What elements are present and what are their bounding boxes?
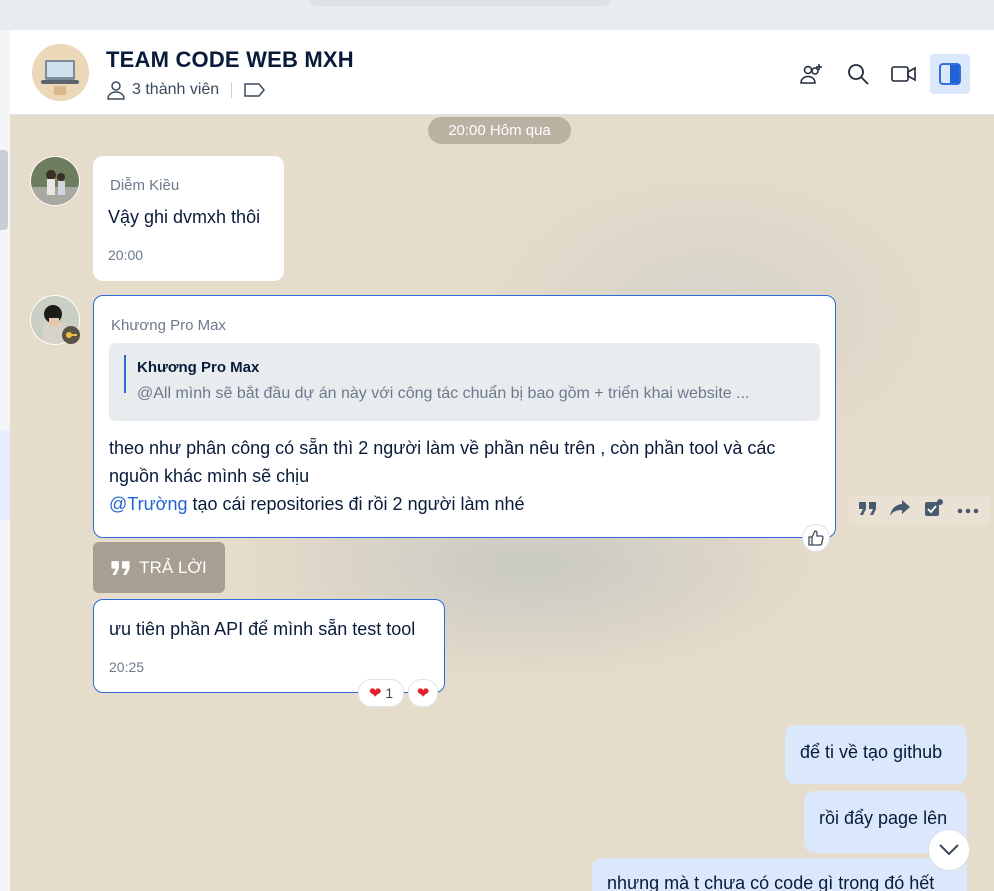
more-actions-button[interactable] [957, 501, 979, 519]
header-actions [792, 54, 970, 94]
message-bubble[interactable]: Diễm Kiều Vậy ghi dvmxh thôi 20:00 [93, 156, 284, 281]
member-icon[interactable] [106, 80, 126, 100]
tag-icon[interactable] [244, 82, 266, 98]
quoted-message[interactable]: Khương Pro Max @All mình sẽ bắt đầu dự á… [109, 343, 820, 421]
my-message-text: rồi đẩy page lên [819, 808, 948, 828]
heart-icon: ❤ [416, 685, 430, 702]
message-time: 20:00 [108, 247, 144, 263]
reply-label: TRẢ LỜI [139, 557, 207, 577]
my-message-text: để ti về tạo github [800, 742, 943, 762]
quote-bar [124, 355, 126, 393]
member-count[interactable]: 3 thành viên [132, 81, 219, 99]
like-button[interactable] [802, 524, 830, 552]
sidebar-panel-icon [939, 63, 961, 85]
mention-link[interactable]: @Trường [109, 494, 187, 514]
add-member-button[interactable] [792, 54, 832, 94]
message-line: theo như phân công có sẵn thì 2 người là… [109, 438, 776, 458]
message-text: theo như phân công có sẵn thì 2 người là… [109, 434, 824, 518]
task-check-icon [924, 498, 943, 516]
message-list[interactable]: 20:00 Hôm qua Diễm Kiều Vậy ghi dvmxh th… [10, 115, 994, 891]
group-title: TEAM CODE WEB MXH [106, 47, 354, 72]
search-icon [848, 64, 869, 85]
chat-header: TEAM CODE WEB MXH 3 thành viên [10, 30, 994, 115]
chevron-down-icon [939, 844, 959, 856]
message-line-mention: @Trường tạo cái repositories đi rồi 2 ng… [109, 490, 824, 518]
sender-name: Khương Pro Max [111, 317, 226, 334]
thumbs-up-icon [808, 530, 824, 546]
message-text: Vậy ghi dvmxh thôi [108, 207, 261, 227]
group-avatar[interactable] [32, 44, 89, 101]
scroll-to-bottom-button[interactable] [928, 829, 970, 871]
quoted-sender: Khương Pro Max [137, 359, 260, 376]
react-button[interactable]: ❤ [408, 679, 438, 707]
my-message-bubble[interactable]: nhưng mà t chưa có code gì trong đó hết [592, 858, 967, 891]
toggle-info-panel-button[interactable] [930, 54, 970, 94]
video-call-button[interactable] [884, 54, 924, 94]
selected-conversation-edge[interactable] [0, 430, 10, 520]
forward-icon [890, 499, 911, 516]
key-badge [62, 326, 80, 344]
my-message-bubble[interactable]: để ti về tạo github [785, 725, 967, 784]
quoted-text: @All mình sẽ bắt đầu dự án này với công … [137, 385, 750, 402]
quote-icon [858, 501, 876, 515]
reaction-summary[interactable]: ❤ 1 [358, 679, 404, 707]
my-message-text: nhưng mà t chưa có code gì trong đó hết [607, 873, 935, 891]
heart-icon: ❤ [368, 685, 382, 702]
date-divider: 20:00 Hôm qua [428, 117, 571, 144]
message-action-bar [848, 495, 990, 525]
avatar-diem-kieu[interactable] [30, 156, 80, 206]
divider [231, 82, 233, 98]
group-subinfo: 3 thành viên [106, 80, 266, 100]
quote-icon [111, 561, 130, 575]
sender-name: Diễm Kiều [110, 177, 180, 194]
add-user-icon [800, 64, 822, 84]
message-text: ưu tiên phần API để mình sẵn test tool [109, 619, 416, 639]
message-time: 20:25 [109, 659, 145, 675]
forward-action-button[interactable] [890, 499, 911, 521]
more-icon [957, 508, 979, 514]
video-camera-icon [891, 66, 916, 82]
reaction-count: 1 [385, 685, 394, 701]
top-strip-pill [310, 0, 610, 6]
conversation-list-scrollbar[interactable] [0, 150, 8, 230]
message-line: tạo cái repositories đi rồi 2 người làm … [187, 494, 525, 514]
message-bubble-with-quote[interactable]: Khương Pro Max Khương Pro Max @All mình … [93, 295, 836, 538]
add-task-action-button[interactable] [924, 498, 944, 522]
reply-button[interactable]: TRẢ LỜI [93, 542, 225, 593]
key-icon [66, 332, 77, 338]
top-strip [0, 0, 994, 30]
message-line: nguồn khác mình sẽ chịu [109, 466, 310, 486]
quote-action-button[interactable] [858, 500, 877, 521]
search-button[interactable] [838, 54, 878, 94]
